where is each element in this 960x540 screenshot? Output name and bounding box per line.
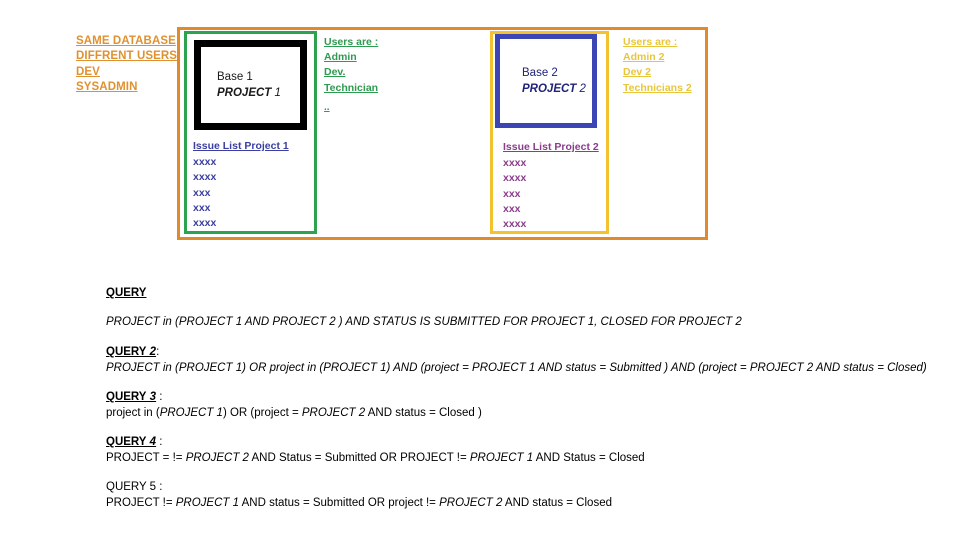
query-5-keyword: QUERY xyxy=(106,481,147,493)
issue-list-1-item: xxxx xyxy=(193,217,217,230)
base-1-project-number: 1 xyxy=(271,87,281,99)
query-4-body: PROJECT = != PROJECT 2 AND Status = Subm… xyxy=(106,452,645,464)
base-2-title: Base 2 xyxy=(522,67,558,79)
query-3-heading: QUERY 3 : xyxy=(106,389,162,405)
base-2-project-word: PROJECT xyxy=(522,83,577,95)
issue-list-1-item: xxxx xyxy=(193,171,217,184)
issue-list-1-item: xxx xyxy=(193,186,211,199)
query-4-keyword: QUERY xyxy=(106,436,147,448)
project-2-user-item: Admin 2 xyxy=(623,51,665,64)
label-dev: DEV xyxy=(76,65,100,78)
project-1-user-item: Dev. xyxy=(324,66,346,79)
query-5-body: PROJECT != PROJECT 1 AND status = Submit… xyxy=(106,497,612,509)
project-2-user-item: Dev 2 xyxy=(623,66,652,79)
issue-list-1-item: xxx xyxy=(193,201,211,214)
issue-list-2-item: xxxx xyxy=(503,218,527,231)
query-1-body: PROJECT in (PROJECT 1 AND PROJECT 2 ) AN… xyxy=(106,316,742,328)
query-3-keyword: QUERY xyxy=(106,391,147,403)
issue-list-project-2: Issue List Project 2 xxxx xxxx xxx xxx x… xyxy=(503,140,599,232)
query-5-heading: QUERY 5 : xyxy=(106,479,162,495)
label-sysadmin: SYSADMIN xyxy=(76,81,138,94)
query-1-heading: QUERY xyxy=(106,285,146,301)
query-4-number: 4 xyxy=(146,436,157,448)
project-1-user-item: Admin xyxy=(324,51,357,64)
query-2-body: PROJECT in (PROJECT 1) OR project in (PR… xyxy=(106,362,927,374)
query-1-keyword: QUERY xyxy=(106,287,147,299)
issue-list-2-title: Issue List Project 2 xyxy=(503,141,599,153)
same-database-label-group: SAME DATABASE DIFFRENT USERS DEV SYSADMI… xyxy=(76,34,178,96)
project-1-users-ellipsis-mark: .. xyxy=(324,101,330,113)
query-2-number: 2 xyxy=(146,346,157,358)
project-1-users-heading: Users are : xyxy=(324,36,379,48)
query-3-number: 3 xyxy=(146,391,157,403)
query-4-heading-tail: : xyxy=(156,436,163,448)
query-4-heading: QUERY 4 : xyxy=(106,434,162,450)
query-2-heading-tail: : xyxy=(156,346,160,358)
label-diffrent-users: DIFFRENT USERS xyxy=(76,50,178,63)
base-1-project-label: PROJECT 1 xyxy=(217,85,300,101)
label-same-database: SAME DATABASE xyxy=(76,35,176,47)
base-1-box: Base 1 PROJECT 1 xyxy=(194,40,307,130)
query-3-heading-tail: : xyxy=(156,391,163,403)
query-5-heading-tail: : xyxy=(156,481,163,493)
project-2-users-heading: Users are : xyxy=(623,36,678,48)
query-3-body: project in (PROJECT 1) OR (project = PRO… xyxy=(106,407,482,419)
issue-list-2-item: xxxx xyxy=(503,157,527,170)
base-1-project-word: PROJECT xyxy=(217,87,272,99)
query-2-keyword: QUERY xyxy=(106,346,147,358)
base-2-box: Base 2 PROJECT 2 xyxy=(495,34,597,128)
project-1-user-item: Technician xyxy=(324,81,379,94)
query-2-heading: QUERY 2: xyxy=(106,344,159,360)
project-1-users-block: Users are : Admin Dev. Technician .. xyxy=(324,35,378,115)
issue-list-2-item: xxxx xyxy=(503,172,527,185)
query-5-number: 5 xyxy=(146,481,157,493)
issue-list-1-title: Issue List Project 1 xyxy=(193,140,289,152)
base-1-title: Base 1 xyxy=(217,71,253,83)
issue-list-2-item: xxx xyxy=(503,202,521,215)
issue-list-2-item: xxx xyxy=(503,187,521,200)
project-2-users-block: Users are : Admin 2 Dev 2 Technicians 2 xyxy=(623,35,692,96)
base-2-project-label: PROJECT 2 xyxy=(522,81,592,97)
issue-list-1-item: xxxx xyxy=(193,156,217,169)
issue-list-project-1: Issue List Project 1 xxxx xxxx xxx xxx x… xyxy=(193,139,289,231)
project-2-user-item: Technicians 2 xyxy=(623,81,692,94)
base-2-project-number: 2 xyxy=(576,83,586,95)
